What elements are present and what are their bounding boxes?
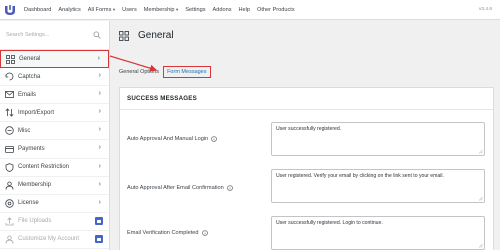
nav-item-other-products[interactable]: Other Products [257, 7, 295, 13]
tab-general-options[interactable]: General Options [119, 69, 159, 75]
grid-icon [119, 31, 129, 41]
settings-tabs: General Options Form Messages [119, 66, 217, 78]
admin-top-bar: Dashboard Analytics All Forms ▾ Users Members… [0, 0, 500, 20]
chevron-right-icon: › [98, 90, 101, 98]
message-label-text: Email Verification Completed [127, 230, 199, 236]
info-icon[interactable] [201, 230, 208, 236]
message-label-text: Auto Approval And Manual Login [127, 136, 209, 142]
nav-item-label: Analytics [58, 6, 81, 13]
membership-icon [5, 181, 14, 190]
nav-item-analytics[interactable]: Analytics [58, 7, 80, 13]
file-upload-icon [5, 217, 14, 226]
search-input[interactable]: Search Settings... [6, 32, 49, 38]
message-textarea[interactable]: User registered. Verify your email by cl… [271, 169, 485, 203]
chevron-right-icon: › [98, 108, 101, 116]
message-label-text: Auto Approval After Email Confirmation [127, 185, 224, 191]
chevron-down-icon: ▾ [176, 6, 179, 12]
info-icon[interactable] [226, 185, 233, 191]
sidebar-item-general[interactable]: General › [0, 50, 109, 69]
resize-handle-icon[interactable] [478, 243, 483, 248]
chevron-right-icon: › [97, 55, 100, 62]
sidebar-item-captcha[interactable]: Captcha › [0, 68, 109, 87]
chevron-right-icon: › [98, 72, 101, 80]
sidebar-item-file-uploads[interactable]: File Uploads [0, 213, 109, 231]
sidebar-item-payments[interactable]: Payments › [0, 140, 109, 159]
sidebar-item-label: Customize My Account [18, 236, 80, 243]
settings-sidebar: Search Settings... General › Captcha › Email… [0, 21, 110, 250]
version-label: v3.4.6 [478, 7, 492, 12]
nav-item-dashboard[interactable]: Dashboard [24, 7, 51, 13]
nav-item-membership[interactable]: Membership ▾ [144, 7, 179, 13]
sidebar-item-label: Membership [18, 182, 52, 189]
info-icon[interactable] [211, 136, 217, 142]
sidebar-item-membership[interactable]: Membership › [0, 177, 109, 195]
resize-handle-icon[interactable] [478, 149, 483, 154]
message-value: User successfully registered. Login to c… [276, 220, 383, 226]
nav-item-label: Settings [185, 6, 206, 13]
top-navigation: Dashboard Analytics All Forms ▾ Users Members… [24, 7, 302, 13]
message-value: User registered. Verify your email by cl… [276, 173, 444, 179]
chevron-right-icon: › [98, 162, 101, 170]
email-icon [5, 91, 14, 99]
sidebar-item-content-restriction[interactable]: Content Restriction › [0, 159, 109, 177]
chevron-right-icon: › [98, 198, 101, 206]
chevron-down-icon: ▾ [112, 6, 116, 12]
settings-search[interactable]: Search Settings... [0, 21, 109, 50]
sidebar-item-label: License [18, 200, 39, 207]
sidebar-item-label: General [19, 56, 41, 63]
grid-icon [6, 54, 15, 64]
nav-item-all-forms[interactable]: All Forms ▾ [88, 7, 115, 13]
message-label: Auto Approval And Manual Login [127, 136, 217, 142]
message-label: Auto Approval After Email Confirmation [127, 185, 233, 191]
sidebar-item-label: Content Restriction [18, 164, 70, 171]
message-textarea[interactable]: User successfully registered. [271, 122, 485, 156]
lock-icon [95, 235, 103, 244]
sidebar-item-label: Misc [18, 127, 31, 134]
tab-form-messages[interactable]: Form Messages [163, 66, 211, 78]
nav-item-label: All Forms [87, 6, 112, 13]
resize-handle-icon[interactable] [478, 196, 483, 201]
page-title: General [138, 30, 174, 41]
brand-logo-icon[interactable] [0, 0, 20, 20]
nav-item-users[interactable]: Users [122, 7, 137, 13]
message-value: User successfully registered. [276, 126, 342, 132]
customize-icon [5, 235, 14, 244]
import-export-icon [5, 108, 14, 117]
nav-item-label: Addons [212, 6, 232, 13]
nav-item-label: Dashboard [24, 6, 52, 13]
chevron-right-icon: › [98, 180, 101, 188]
sidebar-item-label: Payments [18, 146, 45, 153]
search-icon[interactable] [93, 31, 101, 39]
message-label: Email Verification Completed [127, 230, 208, 236]
sidebar-item-import-export[interactable]: Import/Export › [0, 104, 109, 123]
sidebar-item-license[interactable]: License › [0, 195, 109, 213]
section-title: SUCCESS MESSAGES [120, 88, 493, 110]
message-textarea[interactable]: User successfully registered. Login to c… [271, 216, 485, 250]
shield-icon [5, 162, 14, 172]
chevron-right-icon: › [98, 126, 101, 134]
nav-item-label: Help [238, 6, 251, 13]
captcha-icon [5, 72, 14, 81]
sidebar-item-label: File Uploads [18, 218, 52, 225]
nav-item-help[interactable]: Help [239, 7, 251, 13]
sidebar-item-customize-my-account[interactable]: Customize My Account [0, 231, 109, 250]
nav-item-settings[interactable]: Settings [185, 7, 205, 13]
chevron-right-icon: › [98, 144, 101, 152]
lock-icon [95, 217, 103, 226]
misc-icon [5, 126, 14, 136]
sidebar-item-misc[interactable]: Misc › [0, 122, 109, 141]
nav-item-addons[interactable]: Addons [213, 7, 232, 13]
sidebar-item-emails[interactable]: Emails › [0, 86, 109, 105]
nav-item-label: Users [122, 6, 137, 13]
nav-item-label: Membership [143, 6, 175, 13]
nav-item-label: Other Products [257, 6, 295, 13]
sidebar-item-label: Emails [18, 91, 37, 98]
sidebar-item-label: Captcha [18, 73, 41, 80]
success-messages-panel: SUCCESS MESSAGES Auto Approval And Manua… [119, 87, 494, 250]
payment-icon [5, 145, 14, 153]
license-icon [5, 199, 14, 208]
sidebar-item-label: Import/Export [18, 109, 55, 116]
